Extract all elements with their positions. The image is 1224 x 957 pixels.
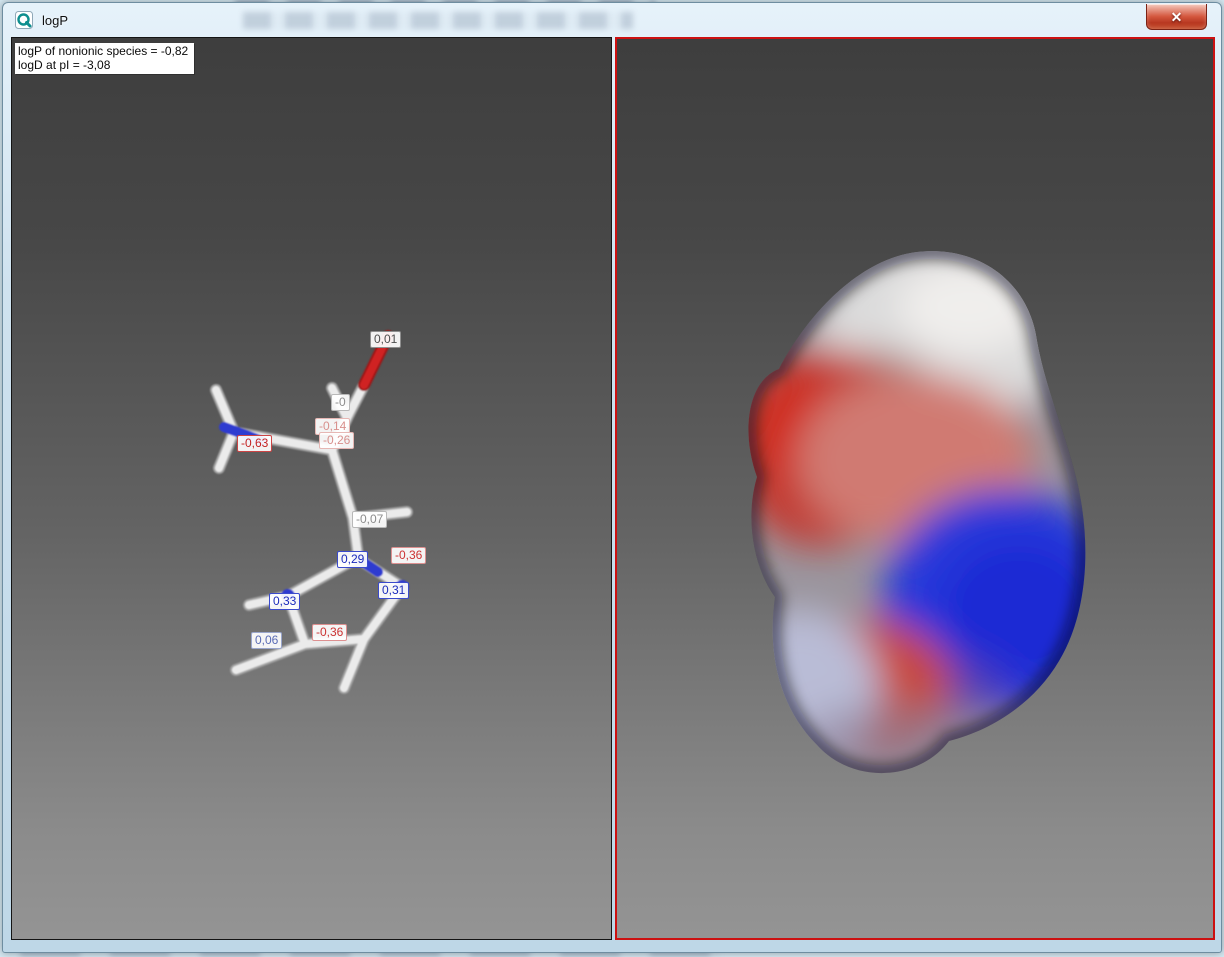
close-icon: ✕ — [1171, 10, 1183, 24]
surface-viewport[interactable] — [615, 37, 1215, 940]
titlebar-reflection — [243, 12, 633, 29]
logp-summary-line2: logD at pI = -3,08 — [18, 58, 188, 72]
atom-charge-label: -0,63 — [237, 435, 272, 452]
atom-charge-label: -0,26 — [319, 432, 354, 449]
close-button[interactable]: ✕ — [1146, 4, 1207, 30]
app-icon — [15, 11, 33, 29]
logp-summary-overlay: logP of nonionic species = -0,82 logD at… — [15, 43, 194, 74]
structure-viewport[interactable]: logP of nonionic species = -0,82 logD at… — [11, 37, 612, 940]
atom-charge-label: -0,36 — [391, 547, 426, 564]
atom-charge-label: 0,06 — [251, 632, 282, 649]
window-title: logP — [42, 13, 68, 28]
atom-charge-label: 0,31 — [378, 582, 409, 599]
logp-window: logP ✕ logP of nonionic species = -0,82 … — [2, 2, 1222, 953]
window-content: logP of nonionic species = -0,82 logD at… — [11, 37, 1215, 940]
atom-charge-label: -0 — [331, 394, 350, 411]
molecule-3d-model — [12, 38, 611, 939]
atom-charge-label: -0,36 — [312, 624, 347, 641]
atom-charge-label: 0,33 — [269, 593, 300, 610]
atom-charge-label: 0,01 — [370, 331, 401, 348]
logp-summary-line1: logP of nonionic species = -0,82 — [18, 44, 188, 58]
titlebar[interactable]: logP ✕ — [3, 3, 1221, 37]
atom-charge-label: -0,07 — [352, 511, 387, 528]
molecular-surface — [617, 39, 1213, 938]
atom-charge-label: 0,29 — [337, 551, 368, 568]
